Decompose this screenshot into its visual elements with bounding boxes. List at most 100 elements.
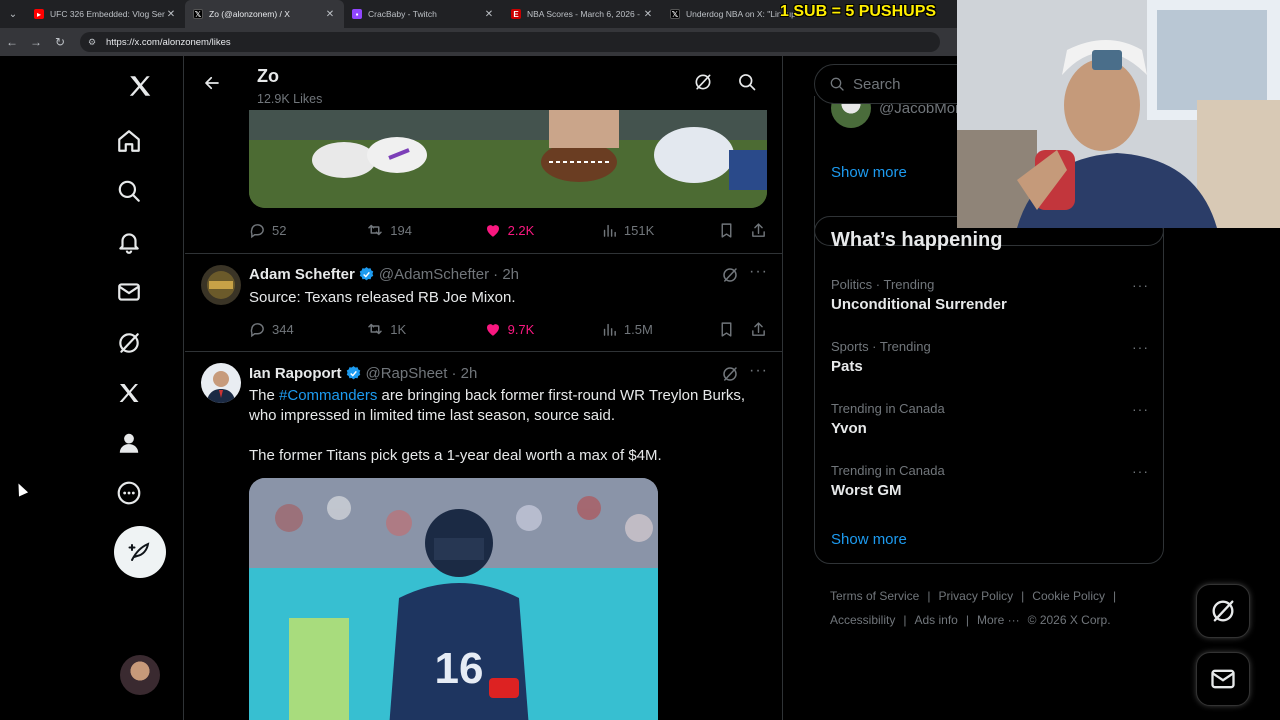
- tab-label: CracBaby - Twitch: [368, 9, 437, 19]
- profile-name: Zo: [257, 66, 279, 86]
- back-arrow-icon[interactable]: ←: [0, 28, 24, 56]
- back-arrow-icon[interactable]: [199, 70, 225, 96]
- cookie-link[interactable]: Cookie Policy: [1032, 589, 1105, 603]
- trend-category: Trending in Canada: [831, 463, 945, 478]
- more-options-icon[interactable]: ···: [1132, 339, 1149, 355]
- grok-icon[interactable]: [721, 365, 739, 388]
- reply-button[interactable]: 52: [249, 222, 366, 239]
- reload-icon[interactable]: ↻: [48, 28, 72, 56]
- accessibility-link[interactable]: Accessibility: [830, 613, 895, 627]
- views-button[interactable]: 1.5M: [601, 321, 718, 338]
- tweet-actions: 52 194 2.2K 151K: [249, 218, 767, 242]
- profile-header: Zo 12.9K Likes: [185, 56, 782, 110]
- grok-icon: [1212, 600, 1234, 622]
- close-icon[interactable]: ✕: [324, 9, 336, 20]
- browser-tab[interactable]: ▪ CracBaby - Twitch ✕: [344, 0, 503, 28]
- like-button[interactable]: 2.2K: [484, 221, 601, 239]
- share-icon[interactable]: [750, 222, 767, 239]
- grok-icon[interactable]: [693, 72, 713, 97]
- more-options-icon[interactable]: ···: [1132, 463, 1149, 479]
- grok-float-button[interactable]: [1196, 584, 1250, 638]
- envelope-icon: [1211, 669, 1235, 689]
- trend-category: Politics · Trending: [831, 277, 935, 292]
- verified-badge-icon: [359, 267, 374, 281]
- reply-count: 344: [272, 321, 294, 337]
- search-placeholder: Search: [853, 75, 901, 93]
- author-handle[interactable]: @AdamSchefter: [379, 266, 489, 283]
- bookmark-icon[interactable]: [718, 321, 750, 338]
- x-icon: 𝕏: [193, 9, 203, 19]
- hashtag-link[interactable]: #Commanders: [279, 387, 377, 404]
- trend-item[interactable]: Trending in Canada Worst GM ···: [831, 463, 1149, 499]
- profile-icon[interactable]: [107, 421, 151, 465]
- more-options-icon[interactable]: ···: [749, 263, 768, 281]
- ads-info-link[interactable]: Ads info: [914, 613, 957, 627]
- more-link[interactable]: More ···: [977, 613, 1020, 627]
- home-icon[interactable]: [107, 119, 151, 163]
- bookmark-icon[interactable]: [718, 222, 750, 239]
- trend-item[interactable]: Sports · Trending Pats ···: [831, 339, 1149, 375]
- show-more-link[interactable]: Show more: [831, 164, 907, 181]
- tweet-media-image[interactable]: 16: [249, 478, 658, 720]
- like-button[interactable]: 9.7K: [484, 320, 601, 338]
- tweet-media-image[interactable]: [249, 110, 767, 208]
- tweet-time[interactable]: · 2h: [451, 365, 477, 382]
- privacy-link[interactable]: Privacy Policy: [938, 589, 1013, 603]
- more-circle-icon[interactable]: [107, 471, 151, 515]
- tweet-text-second-paragraph: The former Titans pick gets a 1-year dea…: [249, 447, 662, 464]
- more-options-icon[interactable]: ···: [749, 362, 768, 380]
- site-info-icon[interactable]: ⚙: [88, 37, 100, 48]
- retweet-button[interactable]: 1K: [366, 320, 483, 338]
- notifications-bell-icon[interactable]: [107, 220, 151, 264]
- trend-name: Yvon: [831, 420, 867, 437]
- grok-icon[interactable]: [721, 266, 739, 289]
- trend-name: Worst GM: [831, 482, 902, 499]
- messages-float-button[interactable]: [1196, 652, 1250, 706]
- trend-category: Trending in Canada: [831, 401, 945, 416]
- view-count: 151K: [623, 222, 655, 238]
- views-button[interactable]: 151K: [601, 222, 718, 239]
- tweet-header: Adam Schefter @AdamSchefter · 2h: [249, 266, 519, 283]
- show-more-link[interactable]: Show more: [831, 531, 907, 548]
- author-name[interactable]: Ian Rapoport: [249, 365, 342, 382]
- browser-tab[interactable]: ▸ UFC 326 Embedded: Vlog Serie ✕: [26, 0, 185, 28]
- avatar[interactable]: [201, 265, 241, 305]
- reply-button[interactable]: 344: [249, 321, 366, 338]
- retweet-icon: [368, 323, 383, 335]
- tweet-header: Ian Rapoport @RapSheet · 2h: [249, 365, 477, 382]
- copyright: © 2026 X Corp.: [1027, 613, 1111, 627]
- messages-envelope-icon[interactable]: [107, 270, 151, 314]
- terms-link[interactable]: Terms of Service: [830, 589, 919, 603]
- url-field[interactable]: ⚙ https://x.com/alonzonem/likes: [80, 32, 940, 52]
- close-icon[interactable]: ✕: [483, 9, 495, 20]
- x-logo-icon[interactable]: [118, 64, 162, 108]
- verified-badge-icon: [346, 366, 360, 380]
- close-icon[interactable]: ✕: [642, 9, 654, 20]
- likes-count: 12.9K Likes: [257, 92, 323, 106]
- whats-happening-card: What’s happening Politics · Trending Unc…: [814, 216, 1164, 564]
- grok-icon[interactable]: [107, 321, 151, 365]
- forward-arrow-icon[interactable]: →: [24, 28, 48, 56]
- retweet-button[interactable]: 194: [366, 221, 483, 239]
- separator: |: [965, 613, 969, 627]
- share-icon[interactable]: [750, 321, 767, 338]
- tab-search-icon[interactable]: ⌄: [0, 0, 26, 28]
- author-handle[interactable]: @RapSheet: [366, 365, 448, 382]
- search-icon[interactable]: [107, 169, 151, 213]
- browser-tab-active[interactable]: 𝕏 Zo (@alonzonem) / X ✕: [185, 0, 344, 28]
- mouse-cursor-icon: [13, 481, 29, 497]
- tweet-time[interactable]: · 2h: [493, 266, 519, 283]
- trend-item[interactable]: Trending in Canada Yvon ···: [831, 401, 1149, 437]
- more-options-icon[interactable]: ···: [1132, 277, 1149, 293]
- premium-x-icon[interactable]: [107, 371, 151, 415]
- compose-post-button[interactable]: [114, 526, 166, 578]
- browser-tab[interactable]: E NBA Scores - March 6, 2026 - E ✕: [503, 0, 662, 28]
- like-count: 2.2K: [507, 222, 535, 238]
- avatar[interactable]: [201, 363, 241, 403]
- author-name[interactable]: Adam Schefter: [249, 266, 355, 283]
- more-options-icon[interactable]: ···: [1132, 401, 1149, 417]
- trend-item[interactable]: Politics · Trending Unconditional Surren…: [831, 277, 1149, 313]
- close-icon[interactable]: ✕: [165, 9, 177, 20]
- account-avatar[interactable]: [120, 655, 160, 695]
- search-icon[interactable]: [737, 72, 757, 97]
